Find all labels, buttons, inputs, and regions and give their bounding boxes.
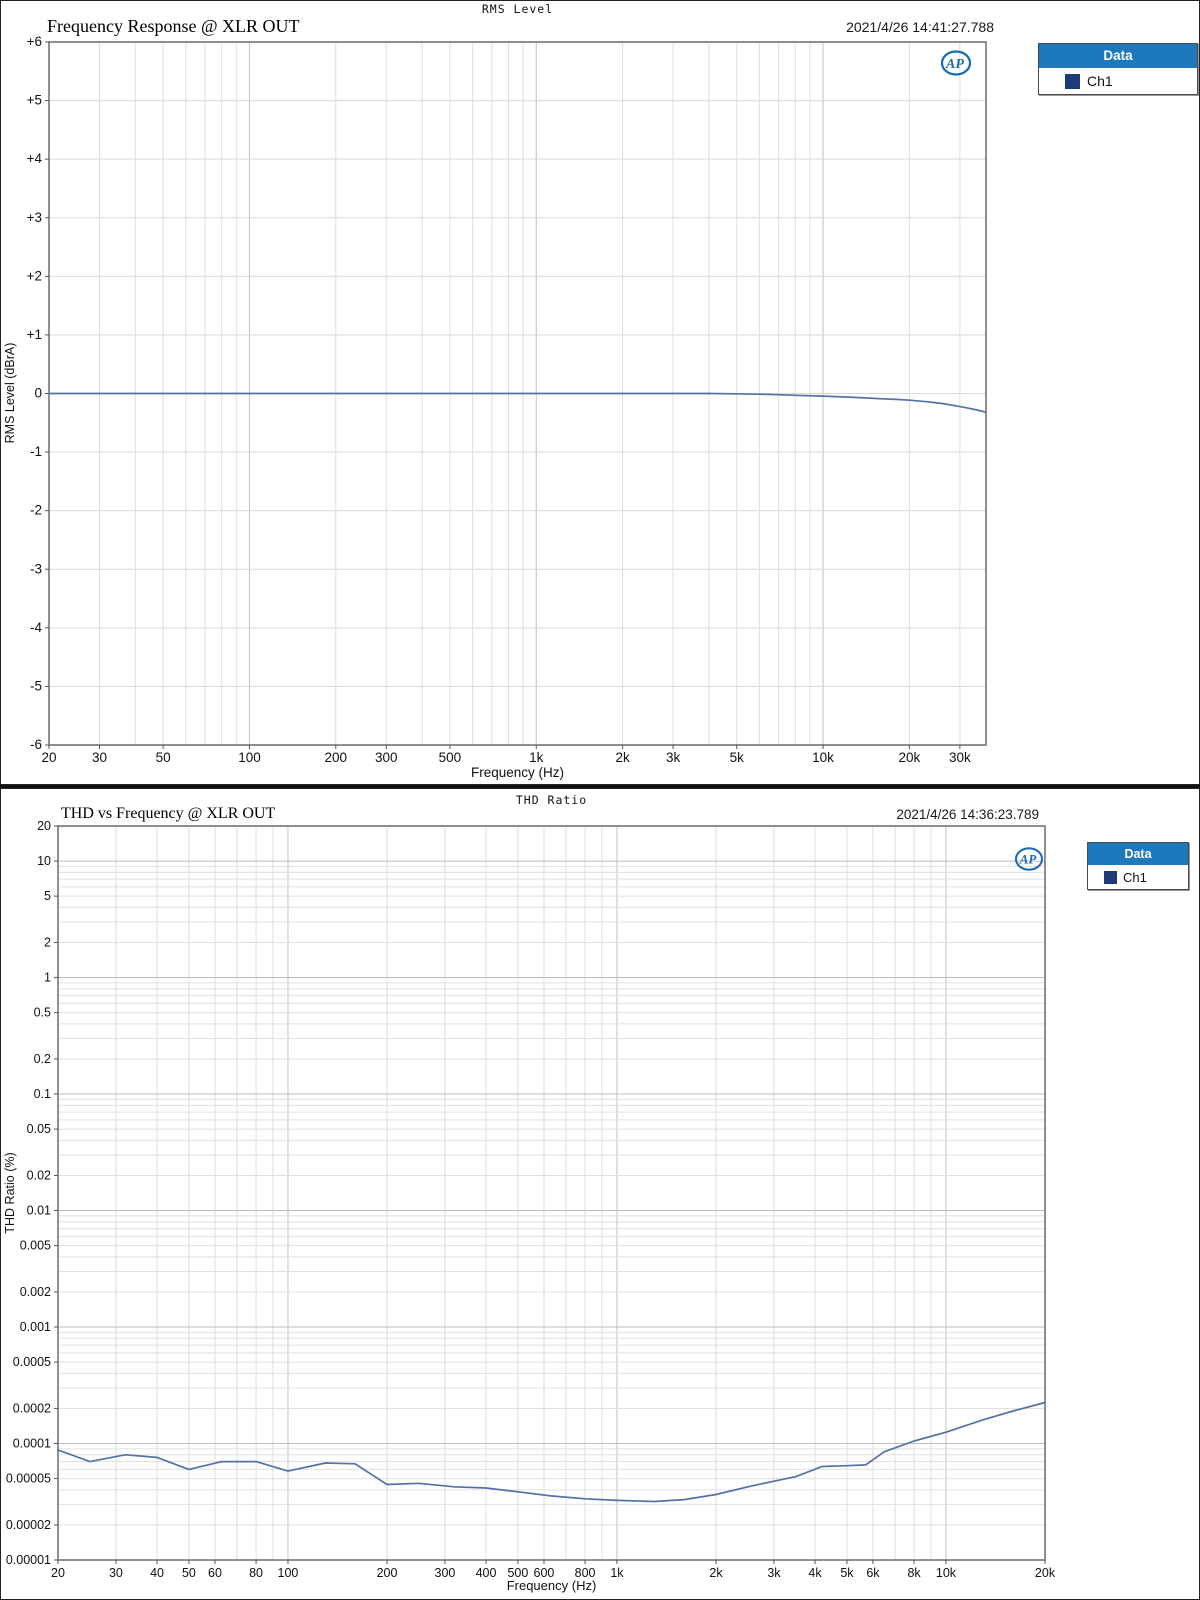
svg-text:1k: 1k [529,750,544,765]
svg-text:1: 1 [44,971,51,985]
legend-header: Data [1088,843,1188,865]
chart-header-label: RMS Level [481,2,554,16]
ap-logo-icon: AP [1013,846,1045,877]
svg-text:20k: 20k [898,750,920,765]
svg-text:0.01: 0.01 [27,1204,51,1218]
legend-item-ch1[interactable]: Ch1 [1039,68,1197,94]
svg-text:+2: +2 [27,268,42,283]
legend-header: Data [1039,44,1197,68]
svg-text:5k: 5k [730,750,745,765]
svg-text:2k: 2k [615,750,630,765]
legend-item-label: Ch1 [1087,73,1113,89]
y-axis-label: RMS Level (dBrA) [3,343,17,444]
svg-text:-4: -4 [30,620,42,635]
x-axis-label: Frequency (Hz) [506,1578,597,1593]
svg-text:0.005: 0.005 [20,1239,51,1253]
svg-text:0: 0 [34,386,42,401]
y-axis-label: THD Ratio (%) [3,1152,17,1233]
svg-text:20: 20 [41,750,56,765]
svg-text:200: 200 [325,750,348,765]
svg-text:0.02: 0.02 [27,1168,51,1182]
svg-text:100: 100 [238,750,261,765]
svg-text:0.00005: 0.00005 [6,1472,51,1486]
svg-text:+4: +4 [27,151,43,166]
svg-text:5: 5 [44,889,51,903]
chart-title: THD vs Frequency @ XLR OUT [61,805,276,822]
svg-text:0.002: 0.002 [20,1285,51,1299]
svg-text:0.0002: 0.0002 [13,1401,51,1415]
svg-text:AP: AP [945,57,964,72]
chart-timestamp: 2021/4/26 14:41:27.788 [846,19,994,35]
chart-panel-frequency-response: RMS Level (dBrA) 20 30 50 100 200 300 500 1k 2k 3… [0,0,1200,785]
legend-swatch [1065,73,1080,89]
svg-text:0.00002: 0.00002 [6,1518,51,1532]
svg-text:20: 20 [37,819,51,833]
legend-box: Data Ch1 [1087,842,1189,890]
svg-text:+6: +6 [27,34,42,49]
svg-text:10: 10 [37,854,51,868]
chart-timestamp: 2021/4/26 14:36:23.789 [896,807,1039,822]
svg-text:500: 500 [439,750,462,765]
svg-text:0.2: 0.2 [34,1052,51,1066]
chart-panel-thd-ratio: THD Ratio (%) 20 30 40 50 60 80 100 200 300 400 50… [0,788,1200,1600]
svg-text:0.00001: 0.00001 [6,1553,51,1567]
svg-text:0.0005: 0.0005 [13,1355,51,1369]
legend-box: Data Ch1 [1038,43,1198,95]
svg-text:-1: -1 [30,444,42,459]
svg-text:0.0001: 0.0001 [13,1437,51,1451]
svg-text:50: 50 [156,750,171,765]
svg-text:30k: 30k [949,750,971,765]
svg-text:-2: -2 [30,503,42,518]
svg-text:0.5: 0.5 [34,1006,51,1020]
svg-text:-6: -6 [30,737,42,752]
ap-logo-icon: AP [939,49,973,82]
chart-title: Frequency Response @ XLR OUT [47,16,300,36]
svg-text:10k: 10k [812,750,834,765]
svg-text:AP: AP [1019,852,1038,867]
svg-text:0.001: 0.001 [20,1320,51,1334]
svg-text:3k: 3k [666,750,681,765]
x-axis-label: Frequency (Hz) [470,765,565,780]
svg-text:+1: +1 [27,327,42,342]
svg-text:30: 30 [92,750,107,765]
legend-item-label: Ch1 [1123,869,1147,885]
legend-item-ch1[interactable]: Ch1 [1088,865,1188,889]
legend-swatch [1104,870,1117,884]
svg-text:+5: +5 [27,93,42,108]
frequency-response-plot: RMS Level (dBrA) 20 30 50 100 200 300 500 1k 2k 3… [3,34,987,765]
svg-text:+3: +3 [27,210,42,225]
svg-text:0.05: 0.05 [27,1122,51,1136]
svg-text:-5: -5 [30,678,42,693]
thd-ratio-plot: THD Ratio (%) 20 30 40 50 60 80 100 200 300 400 50… [3,819,1056,1580]
svg-text:-3: -3 [30,561,42,576]
svg-text:300: 300 [375,750,398,765]
svg-text:0.1: 0.1 [34,1087,51,1101]
svg-text:2: 2 [44,935,51,949]
